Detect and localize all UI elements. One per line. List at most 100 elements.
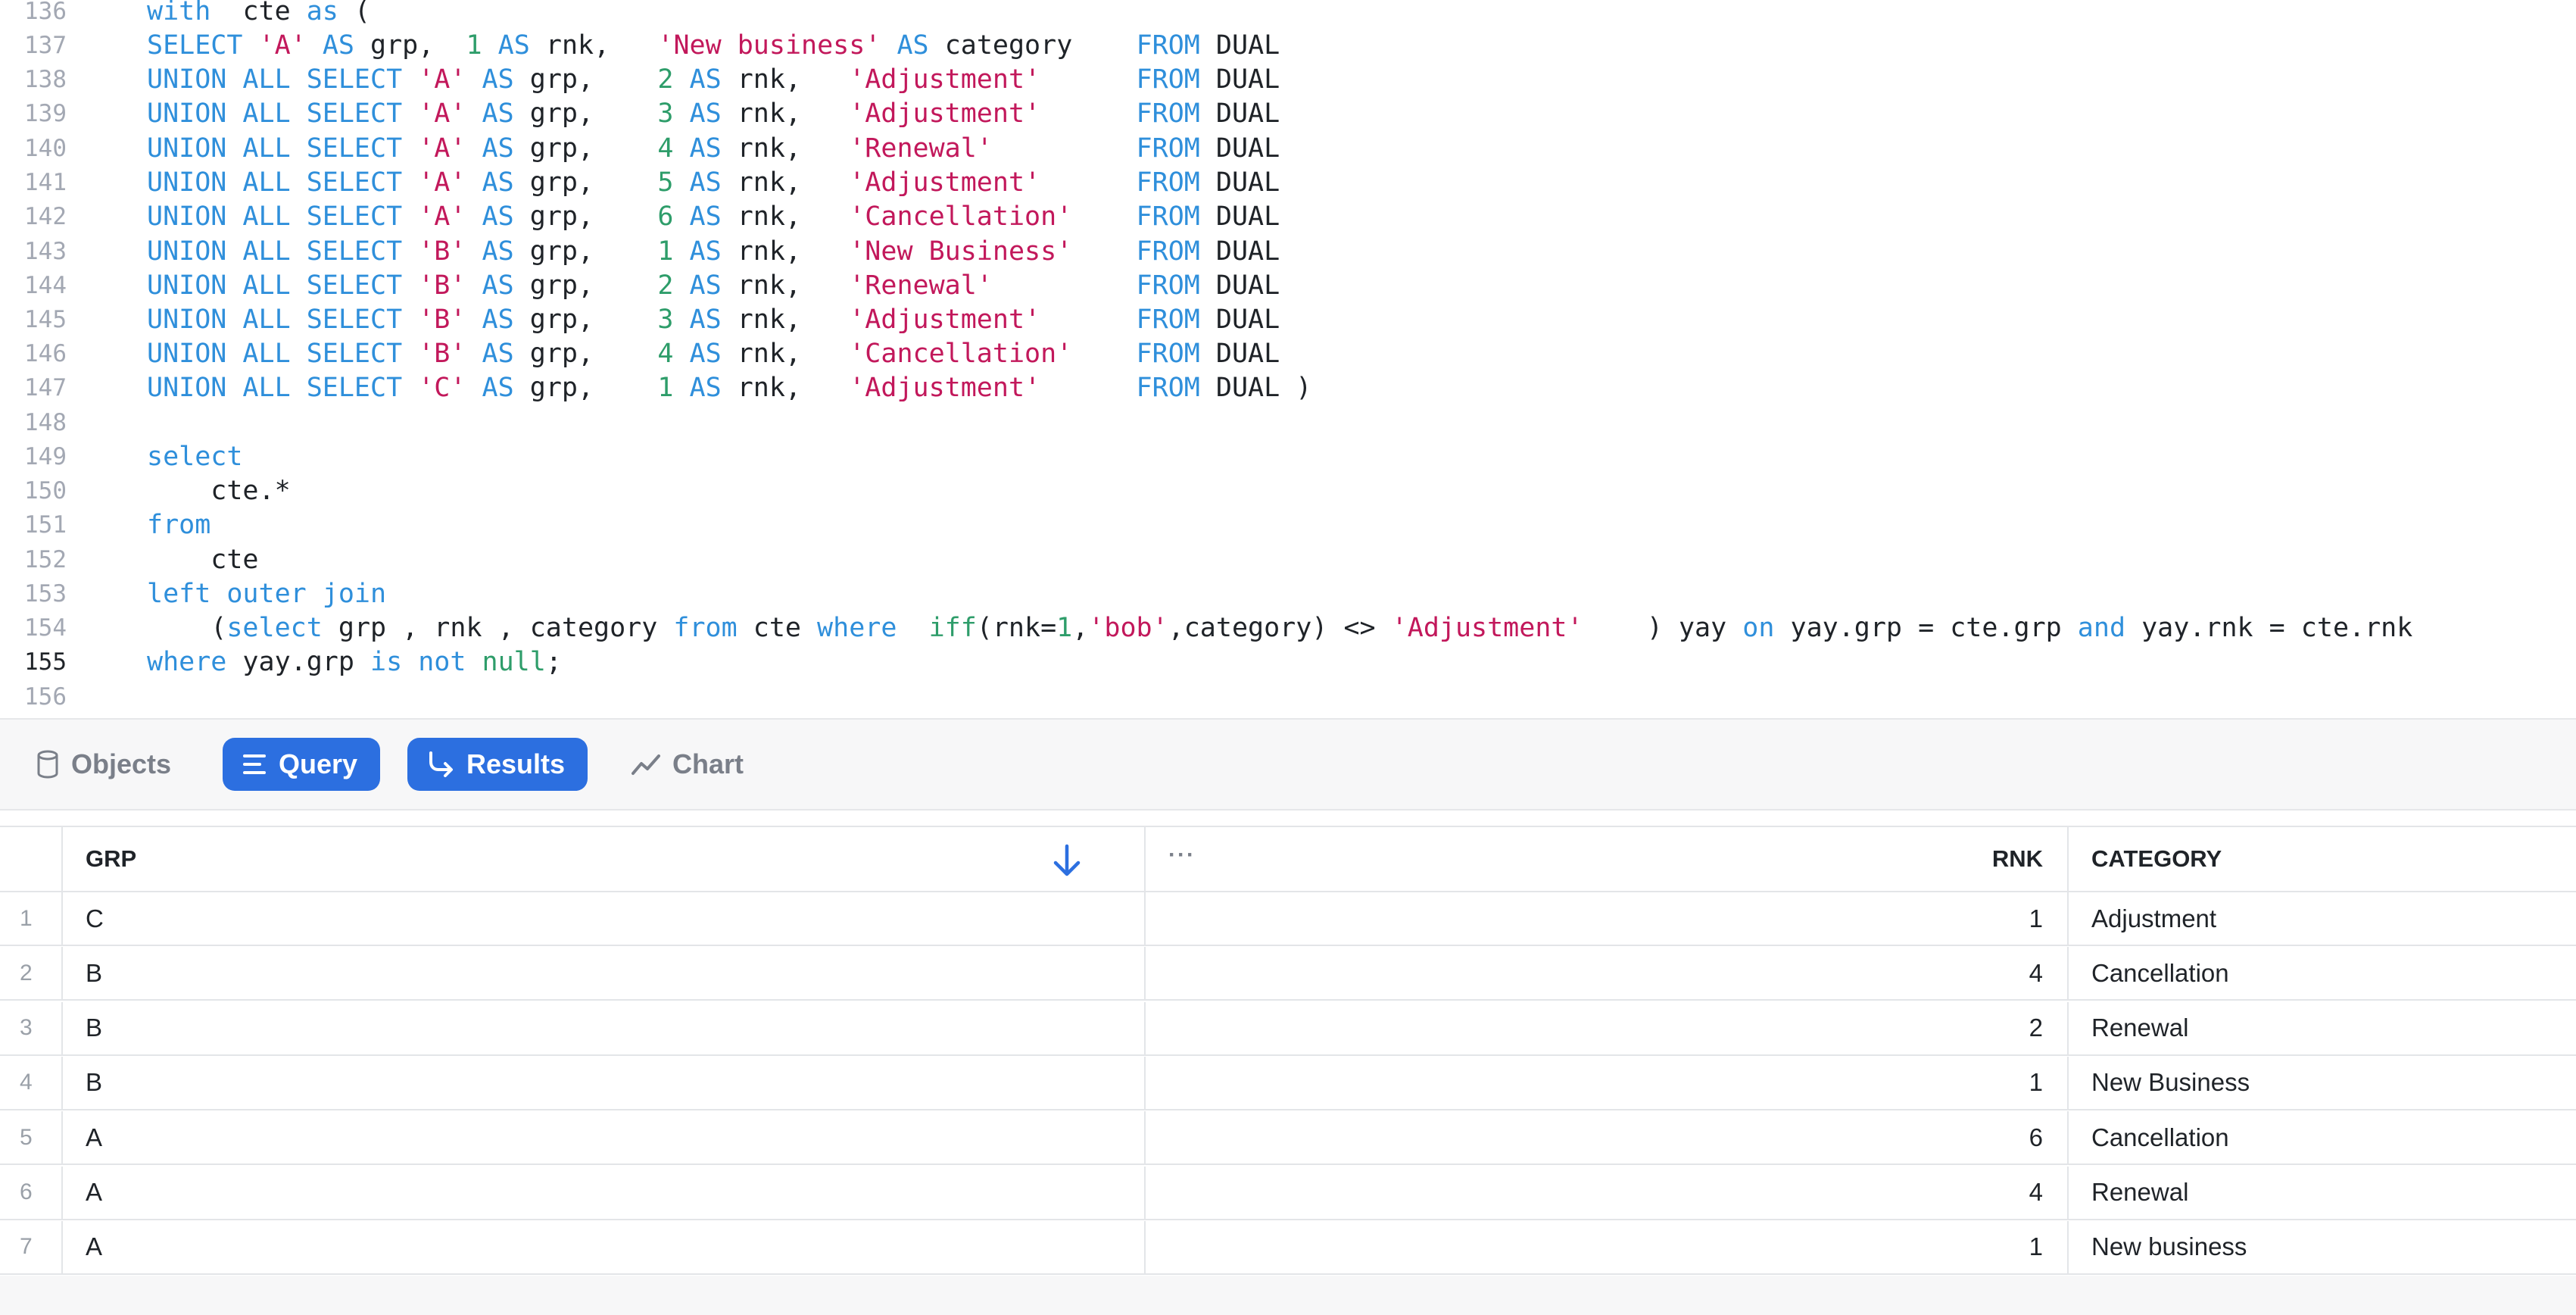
cell-grp[interactable]: A — [63, 1111, 1146, 1164]
code-line[interactable]: 141 UNION ALL SELECT 'A' AS grp, 5 AS rnk… — [0, 166, 2576, 200]
row-index[interactable]: 6 — [0, 1166, 63, 1219]
row-index[interactable]: 3 — [0, 1001, 63, 1054]
code-text: left outer join — [147, 577, 386, 611]
table-row[interactable]: 6 A 4 Renewal — [0, 1166, 2576, 1220]
code-token: FROM — [1136, 305, 1200, 335]
code-line[interactable]: 151 from — [0, 508, 2576, 542]
cell-rnk[interactable]: 6 — [1146, 1111, 2069, 1164]
cell-rnk[interactable]: 1 — [1146, 1056, 2069, 1109]
code-token: , — [1072, 613, 1089, 643]
code-line[interactable]: 145 UNION ALL SELECT 'B' AS grp, 3 AS rnk… — [0, 303, 2576, 337]
column-header-category[interactable]: CATEGORY — [2069, 827, 2576, 891]
code-line[interactable]: 144 UNION ALL SELECT 'B' AS grp, 2 AS rnk… — [0, 269, 2576, 303]
row-index-header — [0, 827, 63, 891]
code-line[interactable]: 143 UNION ALL SELECT 'B' AS grp, 1 AS rnk… — [0, 235, 2576, 269]
cell-rnk[interactable]: 4 — [1146, 1166, 2069, 1219]
line-number: 154 — [24, 614, 67, 642]
code-token: UNION ALL SELECT — [147, 305, 403, 335]
objects-label: Objects — [71, 748, 172, 779]
cell-grp[interactable]: B — [63, 947, 1146, 1000]
cell-rnk[interactable]: 1 — [1146, 892, 2069, 945]
code-line[interactable]: 142 UNION ALL SELECT 'A' AS grp, 6 AS rnk… — [0, 200, 2576, 234]
row-index[interactable]: 5 — [0, 1111, 63, 1164]
cell-rnk[interactable]: 1 — [1146, 1220, 2069, 1273]
code-line[interactable]: 154 (select grp , rnk , category from ct… — [0, 611, 2576, 645]
code-line[interactable]: 139 UNION ALL SELECT 'A' AS grp, 3 AS rnk… — [0, 97, 2576, 131]
table-row[interactable]: 2 B 4 Cancellation — [0, 947, 2576, 1001]
code-line[interactable]: 155 where yay.grp is not null; — [0, 645, 2576, 679]
code-line[interactable]: 153 left outer join — [0, 577, 2576, 611]
objects-button[interactable]: Objects — [17, 738, 194, 791]
results-label: Results — [466, 748, 566, 779]
arrow-down-icon[interactable] — [1052, 844, 1082, 877]
code-token: iff — [928, 613, 977, 643]
code-line[interactable]: 150 cte.* — [0, 474, 2576, 508]
cell-grp[interactable]: A — [63, 1166, 1146, 1219]
code-line[interactable]: 138 UNION ALL SELECT 'A' AS grp, 2 AS rnk… — [0, 63, 2576, 97]
code-token: 'B' — [418, 305, 466, 335]
table-row[interactable]: 3 B 2 Renewal — [0, 1001, 2576, 1056]
chart-line-icon — [632, 754, 660, 775]
code-line[interactable]: 156 — [0, 680, 2576, 714]
code-token: 'bob' — [1088, 613, 1168, 643]
code-line[interactable]: 146 UNION ALL SELECT 'B' AS grp, 4 AS rnk… — [0, 337, 2576, 371]
cell-category[interactable]: Adjustment — [2069, 892, 2576, 945]
cell-category[interactable]: Cancellation — [2069, 947, 2576, 999]
code-token: 4 — [657, 133, 674, 164]
code-token: AS — [689, 373, 722, 403]
code-line[interactable]: 140 UNION ALL SELECT 'A' AS grp, 4 AS rnk… — [0, 132, 2576, 166]
code-token: grp , rnk , category — [322, 613, 674, 643]
line-number: 156 — [24, 683, 67, 711]
code-text: UNION ALL SELECT 'A' AS grp, 5 AS rnk, '… — [147, 166, 1280, 200]
table-row[interactable]: 1 C 1 Adjustment — [0, 892, 2576, 946]
column-header-rnk[interactable]: ··· RNK — [1146, 827, 2069, 891]
cell-category[interactable]: Renewal — [2069, 1167, 2576, 1219]
code-line[interactable]: 137 SELECT 'A' AS grp, 1 AS rnk, 'New bus… — [0, 29, 2576, 63]
sql-editor[interactable]: 136 with cte as (137 SELECT 'A' AS grp, 1 … — [0, 0, 2576, 718]
results-tab[interactable]: Results — [407, 738, 588, 791]
cell-grp[interactable]: C — [63, 892, 1146, 945]
code-token: 'Adjustment' — [849, 64, 1041, 95]
code-line[interactable]: 147 UNION ALL SELECT 'C' AS grp, 1 AS rnk… — [0, 371, 2576, 405]
row-index[interactable]: 4 — [0, 1056, 63, 1109]
cell-grp[interactable]: B — [63, 1001, 1146, 1054]
code-line[interactable]: 136 with cte as ( — [0, 0, 2576, 29]
cell-grp[interactable]: B — [63, 1056, 1146, 1109]
table-row[interactable]: 5 A 6 Cancellation — [0, 1111, 2576, 1166]
cell-rnk[interactable]: 4 — [1146, 947, 2069, 1000]
code-token: rnk, — [721, 339, 850, 369]
code-line[interactable]: 152 cte — [0, 543, 2576, 577]
cell-rnk[interactable]: 2 — [1146, 1001, 2069, 1054]
row-index[interactable]: 7 — [0, 1220, 63, 1273]
table-row[interactable]: 4 B 1 New Business — [0, 1056, 2576, 1110]
table-row[interactable]: 7 A 1 New business — [0, 1220, 2576, 1275]
code-line[interactable]: 149 select — [0, 440, 2576, 474]
query-tab[interactable]: Query — [223, 738, 381, 791]
cell-grp[interactable]: A — [63, 1220, 1146, 1273]
code-text: cte — [147, 543, 258, 577]
row-index[interactable]: 1 — [0, 892, 63, 945]
code-line[interactable]: 148 — [0, 406, 2576, 440]
code-token: UNION ALL SELECT — [147, 64, 403, 95]
cell-category[interactable]: Renewal — [2069, 1002, 2576, 1054]
chart-tab[interactable]: Chart — [612, 738, 766, 791]
cell-category[interactable]: New business — [2069, 1221, 2576, 1273]
cell-category[interactable]: New Business — [2069, 1057, 2576, 1109]
cell-category[interactable]: Cancellation — [2069, 1111, 2576, 1164]
code-token: FROM — [1136, 64, 1200, 95]
code-token: FROM — [1136, 270, 1200, 301]
more-icon[interactable]: ··· — [1168, 842, 1196, 868]
code-token: FROM — [1136, 373, 1200, 403]
code-text: UNION ALL SELECT 'A' AS grp, 2 AS rnk, '… — [147, 63, 1280, 97]
column-header-grp[interactable]: GRP — [63, 827, 1146, 891]
code-text: where yay.grp is not null; — [147, 645, 562, 679]
row-index[interactable]: 2 — [0, 947, 63, 1000]
